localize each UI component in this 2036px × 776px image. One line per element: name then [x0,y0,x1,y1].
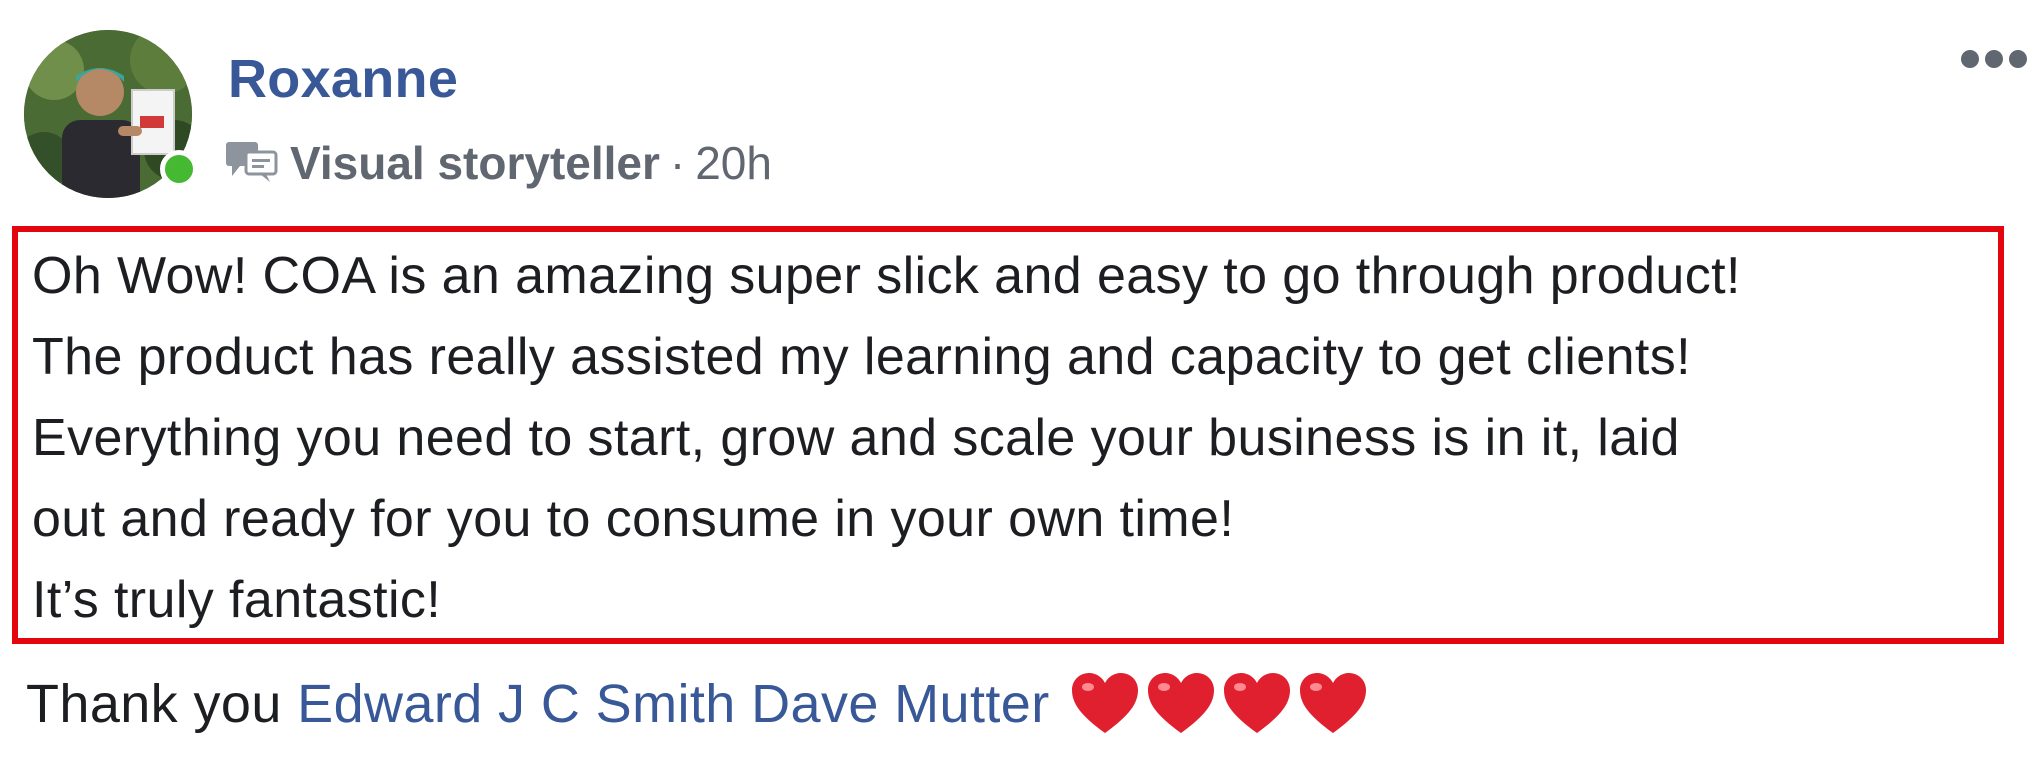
post-meta: Visual storyteller · 20h [224,132,772,194]
online-status-dot [160,150,198,188]
speech-bubble-icon [226,142,278,182]
more-options-button[interactable] [1958,44,2030,74]
post-text-line: Everything you need to start, grow and s… [32,409,1680,467]
red-heart-icon [1071,673,1138,733]
post-text-line: Oh Wow! COA is an amazing super slick an… [32,247,1741,305]
hearts-row [1070,671,1374,737]
post-timestamp[interactable]: 20h [695,136,772,190]
post-text-line: out and ready for you to consume in your… [32,490,1235,548]
mention-link[interactable]: Edward J C Smith [297,664,736,744]
meta-separator: · [669,137,686,189]
red-heart-icon [1147,673,1214,733]
post-text-line: The product has really assisted my learn… [32,328,1691,386]
post-text-line: It’s truly fantastic! [32,571,442,629]
red-heart-icon [1299,673,1366,733]
author-name-link[interactable]: Roxanne [228,44,458,114]
group-badge-label[interactable]: Visual storyteller [290,136,660,190]
post-body-highlighted: Oh Wow! COA is an amazing super slick an… [12,226,2004,644]
thanks-text: Thank you [26,674,298,734]
more-options-icon [1961,50,2027,68]
thanks-line: Thank you Edward J C Smith Dave Mutter [26,664,1374,744]
red-heart-icon [1223,673,1290,733]
mention-link[interactable]: Dave Mutter [751,664,1050,744]
